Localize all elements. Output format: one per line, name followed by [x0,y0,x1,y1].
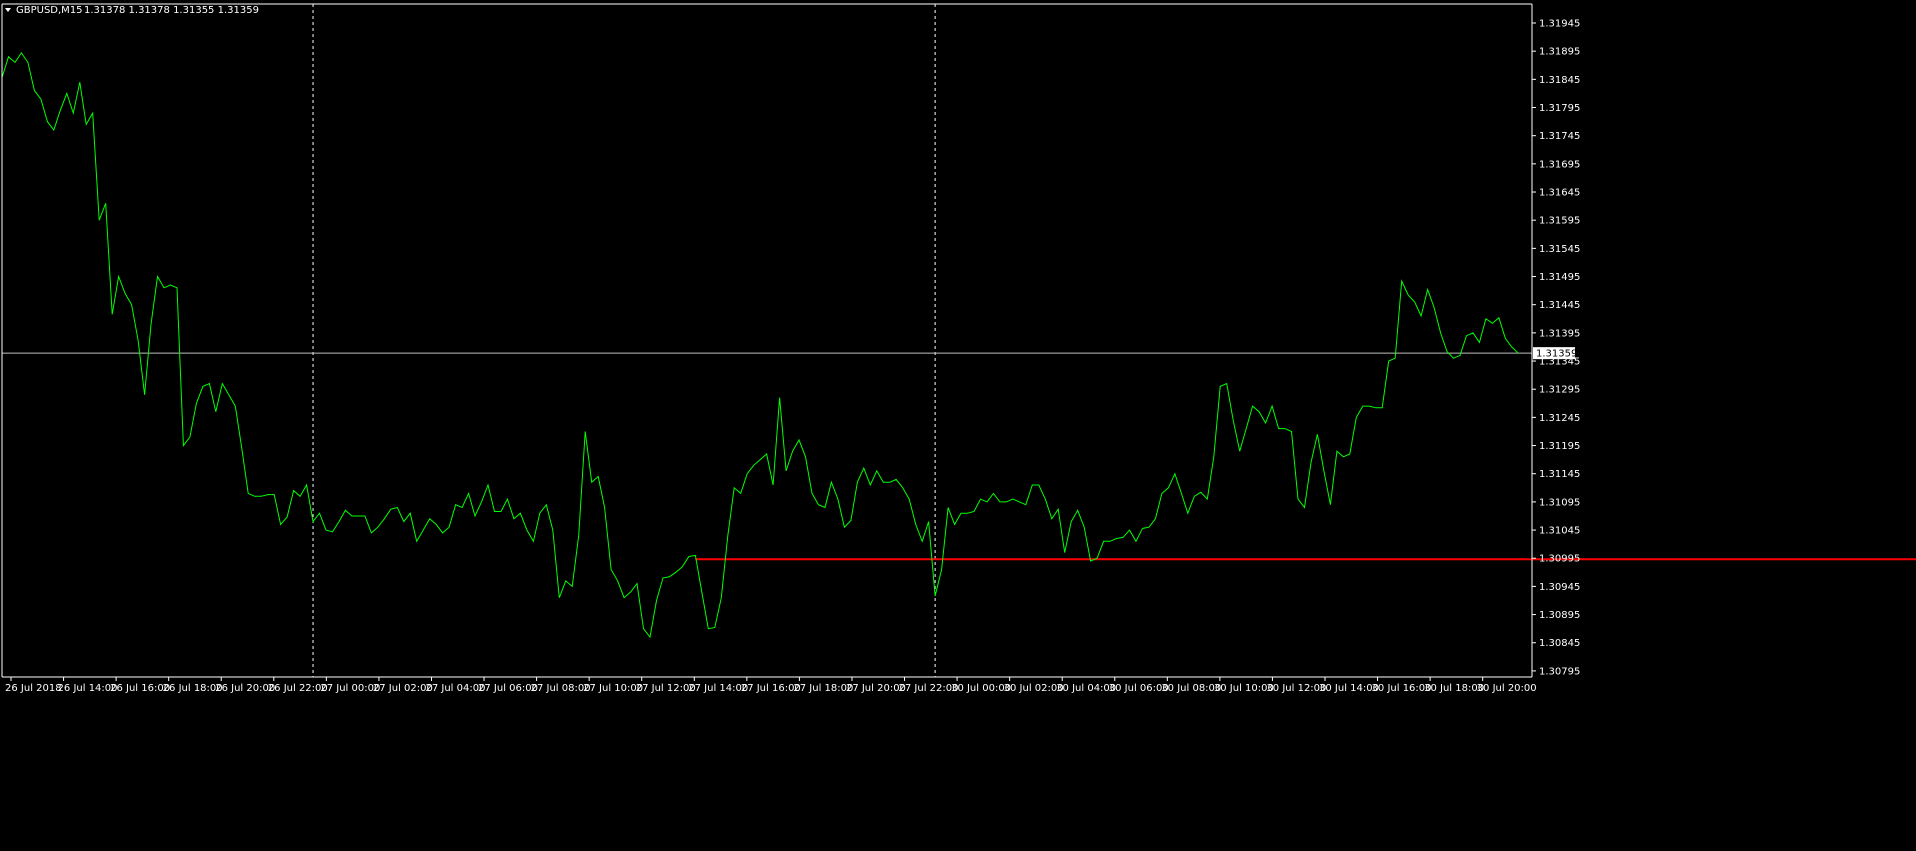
x-tick-label: 27 Jul 08:00 [531,683,591,694]
x-tick-label: 27 Jul 14:00 [688,683,748,694]
x-tick-label: 30 Jul 16:00 [1372,683,1432,694]
y-tick-label: 1.31695 [1539,159,1580,170]
x-tick-label: 26 Jul 16:00 [110,683,170,694]
x-tick-label: 30 Jul 18:00 [1424,683,1484,694]
y-tick-label: 1.31845 [1539,75,1580,86]
x-tick-label: 26 Jul 20:00 [215,683,275,694]
x-tick-label: 26 Jul 22:00 [268,683,328,694]
y-tick-label: 1.31345 [1539,357,1580,368]
y-tick-label: 1.31545 [1539,244,1580,255]
chart-background [0,0,1916,851]
y-tick-label: 1.31745 [1539,131,1580,142]
x-tick-label: 27 Jul 04:00 [425,683,485,694]
y-tick-label: 1.30845 [1539,638,1580,649]
y-tick-label: 1.31095 [1539,497,1580,508]
y-tick-label: 1.31895 [1539,47,1580,58]
y-tick-label: 1.31795 [1539,103,1580,114]
x-tick-label: 30 Jul 12:00 [1266,683,1326,694]
price-chart[interactable]: 1.31359 1.319451.318951.318451.317951.31… [0,0,1916,851]
x-tick-label: 27 Jul 12:00 [636,683,696,694]
ohlc-readout: 1.31378 1.31378 1.31355 1.31359 [84,5,259,16]
x-tick-label: 30 Jul 00:00 [951,683,1011,694]
x-tick-label: 26 Jul 18:00 [163,683,223,694]
symbol-label: GBPUSD,M15 [16,5,83,16]
y-tick-label: 1.31395 [1539,328,1580,339]
x-tick-label: 26 Jul 14:00 [58,683,118,694]
x-tick-label: 27 Jul 06:00 [478,683,538,694]
x-tick-label: 30 Jul 02:00 [1004,683,1064,694]
x-tick-label: 27 Jul 22:00 [899,683,959,694]
x-tick-label: 27 Jul 18:00 [793,683,853,694]
x-tick-label: 26 Jul 2018 [5,683,62,694]
y-tick-label: 1.31145 [1539,469,1580,480]
y-tick-label: 1.30995 [1539,554,1580,565]
y-tick-label: 1.31945 [1539,19,1580,30]
x-tick-label: 30 Jul 20:00 [1477,683,1537,694]
x-tick-label: 27 Jul 10:00 [583,683,643,694]
y-tick-label: 1.31295 [1539,385,1580,396]
y-tick-label: 1.31045 [1539,526,1580,537]
y-tick-label: 1.31445 [1539,300,1580,311]
x-tick-label: 30 Jul 14:00 [1319,683,1379,694]
x-tick-label: 27 Jul 02:00 [373,683,433,694]
x-tick-label: 27 Jul 16:00 [741,683,801,694]
y-tick-label: 1.31495 [1539,272,1580,283]
x-tick-label: 27 Jul 20:00 [846,683,906,694]
y-tick-label: 1.30895 [1539,610,1580,621]
chart-header: GBPUSD,M15 1.31378 1.31378 1.31355 1.313… [5,5,259,16]
x-tick-label: 27 Jul 00:00 [320,683,380,694]
y-tick-label: 1.30945 [1539,582,1580,593]
y-tick-label: 1.31245 [1539,413,1580,424]
x-tick-label: 30 Jul 08:00 [1161,683,1221,694]
y-tick-label: 1.31595 [1539,216,1580,227]
x-tick-label: 30 Jul 10:00 [1214,683,1274,694]
chart-window[interactable]: 1.31359 1.31945 1.31895 1.31845 1.31795 1.31… [0,0,1916,851]
x-tick-label: 30 Jul 06:00 [1109,683,1169,694]
y-tick-label: 1.30795 [1539,666,1580,677]
y-tick-label: 1.31645 [1539,188,1580,199]
y-tick-label: 1.31195 [1539,441,1580,452]
x-tick-label: 30 Jul 04:00 [1056,683,1116,694]
